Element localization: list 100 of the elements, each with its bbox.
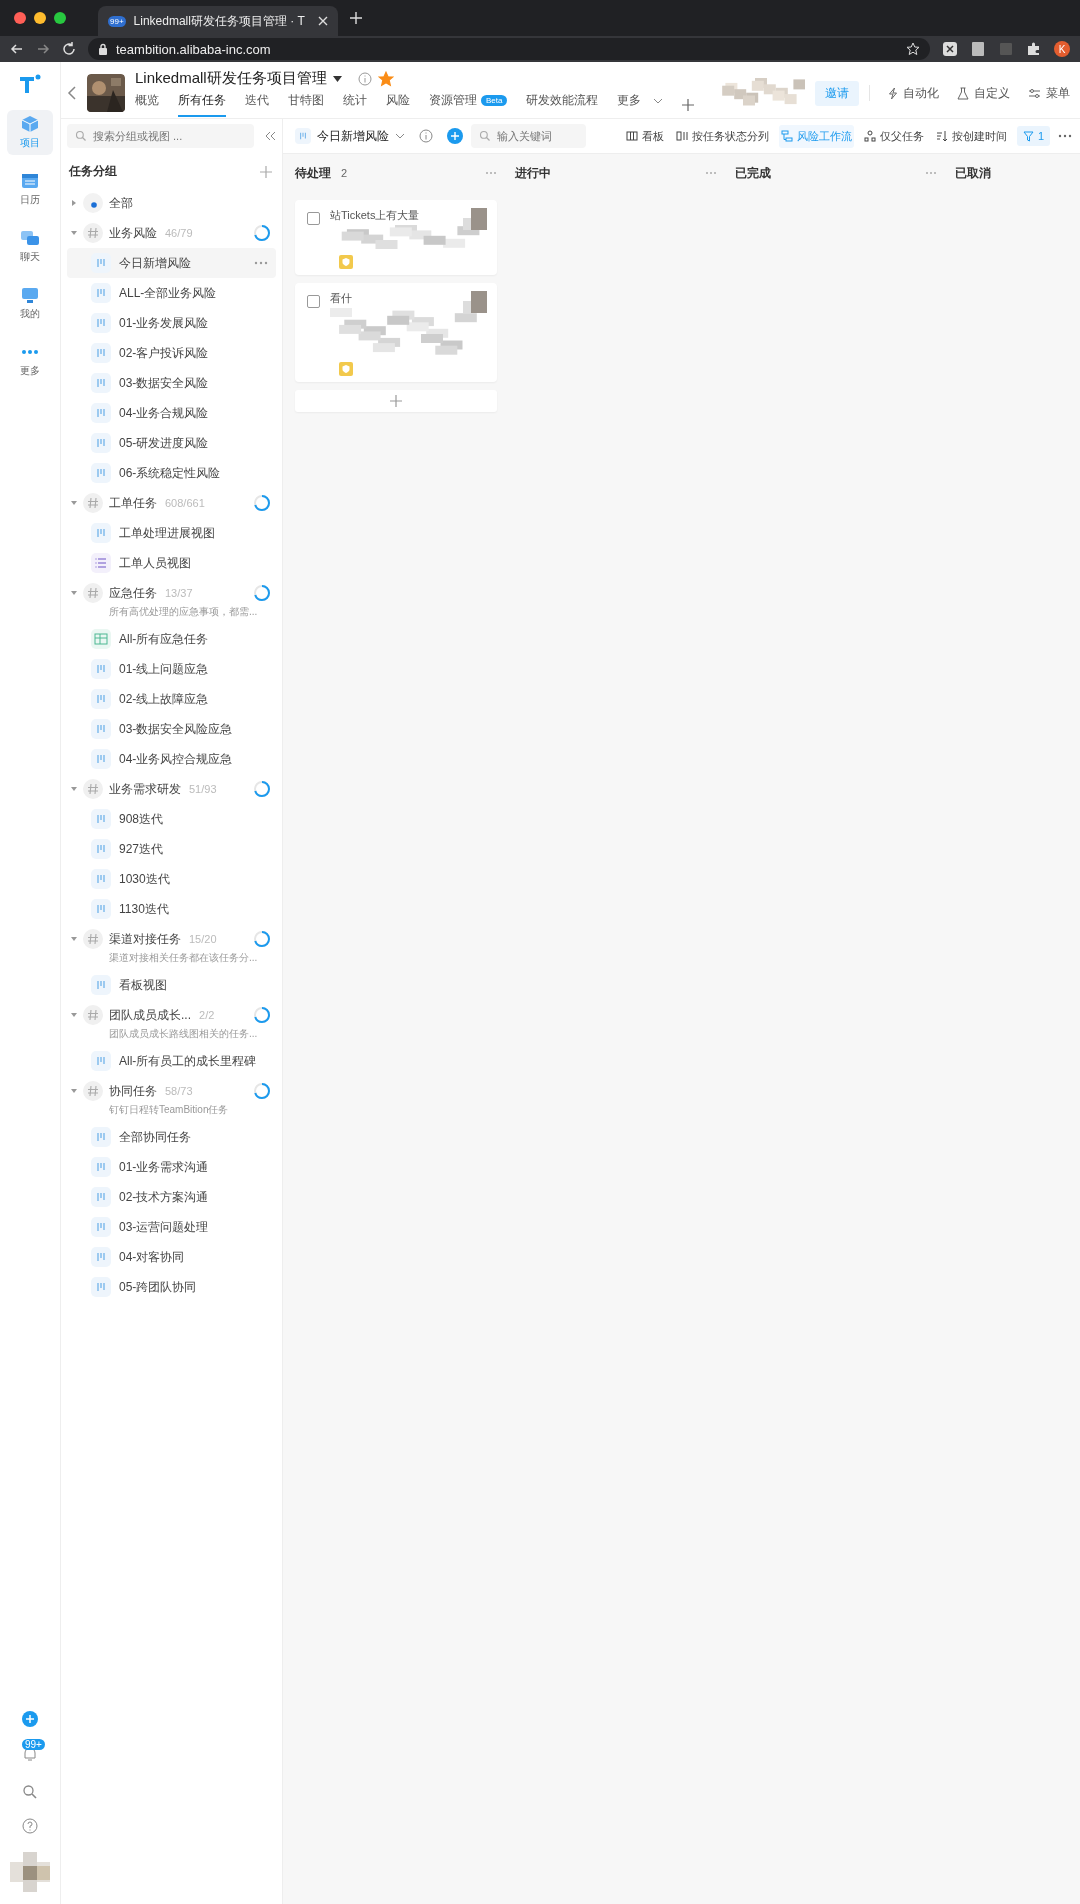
add-icon[interactable] (682, 98, 695, 111)
task-card[interactable]: 看什 (295, 283, 497, 382)
group-item[interactable]: 渠道对接任务 15/20 渠道对接相关任务都在该任务分... (67, 924, 276, 970)
view-item[interactable]: 05-研发进度风险 (67, 428, 276, 458)
task-checkbox[interactable] (307, 295, 320, 308)
view-item[interactable]: 04-业务合规风险 (67, 398, 276, 428)
view-item[interactable]: 03-运营问题处理 (67, 1212, 276, 1242)
view-item[interactable]: 06-系统稳定性风险 (67, 458, 276, 488)
view-item[interactable]: 今日新增风险 (67, 248, 276, 278)
maximize-window-icon[interactable] (54, 12, 66, 24)
project-tab[interactable]: 迭代 (245, 92, 269, 117)
view-item[interactable]: 全部协同任务 (67, 1122, 276, 1152)
star-outline-icon[interactable] (906, 42, 920, 56)
toolbar-option[interactable]: 按任务状态分列 (673, 124, 771, 148)
minimize-window-icon[interactable] (34, 12, 46, 24)
rail-item[interactable]: 聊天 (7, 224, 53, 269)
forward-icon[interactable] (36, 42, 50, 56)
project-tab[interactable]: 所有任务 (178, 92, 226, 117)
more-icon[interactable] (254, 261, 268, 265)
view-item[interactable]: 908迭代 (67, 804, 276, 834)
view-item[interactable]: 05-跨团队协同 (67, 1272, 276, 1302)
project-tab[interactable]: 统计 (343, 92, 367, 117)
view-item[interactable]: All-所有应急任务 (67, 624, 276, 654)
help-icon[interactable] (22, 1818, 38, 1834)
view-item[interactable]: 03-数据安全风险应急 (67, 714, 276, 744)
project-tab[interactable]: 更多 (617, 92, 664, 117)
view-item[interactable]: 02-客户投诉风险 (67, 338, 276, 368)
puzzle-icon[interactable] (1026, 41, 1042, 57)
view-item[interactable]: 工单人员视图 (67, 548, 276, 578)
group-item[interactable]: 团队成员成长... 2/2 团队成员成长路线图相关的任务... (67, 1000, 276, 1046)
group-item[interactable]: 应急任务 13/37 所有高优处理的应急事项，都需... (67, 578, 276, 624)
group-item[interactable]: 工单任务 608/661 (67, 488, 276, 518)
header-action[interactable]: 自动化 (888, 84, 939, 102)
rail-item[interactable]: 我的 (7, 281, 53, 326)
view-item[interactable]: 927迭代 (67, 834, 276, 864)
view-item[interactable]: 看板视图 (67, 970, 276, 1000)
view-item[interactable]: 02-技术方案沟通 (67, 1182, 276, 1212)
all-tasks-item[interactable]: 全部 (67, 188, 276, 218)
group-item[interactable]: 业务需求研发 51/93 (67, 774, 276, 804)
hash-icon (83, 1081, 103, 1101)
close-window-icon[interactable] (14, 12, 26, 24)
browser-tab[interactable]: 99+ Linkedmall研发任务项目管理 · T (98, 6, 338, 36)
view-item[interactable]: 01-业务发展风险 (67, 308, 276, 338)
project-tab[interactable]: 甘特图 (288, 92, 324, 117)
toolbar-option[interactable]: 看板 (623, 124, 666, 148)
header-action[interactable]: 自定义 (957, 84, 1010, 102)
rail-item[interactable]: 更多 (7, 338, 53, 383)
toolbar-option[interactable]: 按创建时间 (933, 124, 1009, 148)
view-item[interactable]: 04-对客协同 (67, 1242, 276, 1272)
more-icon[interactable] (1058, 134, 1072, 138)
view-item[interactable]: 1030迭代 (67, 864, 276, 894)
view-item[interactable]: 03-数据安全风险 (67, 368, 276, 398)
star-icon[interactable] (377, 70, 394, 87)
extension-icon[interactable] (970, 41, 986, 57)
view-item[interactable]: All-所有员工的成长里程碑 (67, 1046, 276, 1076)
view-item[interactable]: 04-业务风控合规应急 (67, 744, 276, 774)
project-tab[interactable]: 资源管理 Beta (429, 92, 508, 117)
header-action[interactable]: 菜单 (1028, 84, 1070, 102)
back-icon[interactable] (10, 42, 24, 56)
view-item[interactable]: 01-线上问题应急 (67, 654, 276, 684)
task-checkbox[interactable] (307, 212, 320, 225)
caret-icon[interactable] (332, 75, 342, 82)
close-icon[interactable] (318, 16, 328, 26)
view-item[interactable]: 02-线上故障应急 (67, 684, 276, 714)
group-item[interactable]: 业务风险 46/79 (67, 218, 276, 248)
search-field[interactable]: 搜索分组或视图 ... (67, 124, 254, 148)
group-item[interactable]: 协同任务 58/73 钉钉日程转TeamBition任务 (67, 1076, 276, 1122)
view-selector[interactable]: 今日新增风险 (295, 127, 405, 145)
chevron-down-icon (395, 133, 405, 139)
more-icon (22, 350, 38, 354)
app-logo-icon[interactable] (19, 74, 41, 94)
task-title: 站Tickets上有大量 (330, 208, 421, 223)
extension-icon[interactable] (942, 41, 958, 57)
view-item[interactable]: ALL-全部业务风险 (67, 278, 276, 308)
add-icon[interactable] (260, 165, 272, 178)
info-icon[interactable] (419, 129, 433, 143)
rail-item[interactable]: 日历 (7, 167, 53, 212)
toolbar-option[interactable]: 仅父任务 (861, 124, 926, 148)
address-bar[interactable]: teambition.alibaba-inc.com (88, 38, 930, 60)
project-tab[interactable]: 研发效能流程 (526, 92, 599, 117)
task-card[interactable]: 站Tickets上有大量 (295, 200, 497, 275)
info-icon[interactable] (357, 71, 372, 86)
add-icon[interactable] (447, 128, 463, 144)
collapse-icon[interactable] (264, 131, 276, 141)
add-icon[interactable] (21, 1710, 39, 1728)
workflow-icon (780, 130, 793, 142)
view-item[interactable]: 1130迭代 (67, 894, 276, 924)
profile-avatar[interactable]: K (1054, 41, 1070, 57)
reload-icon[interactable] (62, 42, 76, 56)
sort-icon (935, 130, 948, 142)
search-icon[interactable] (22, 1784, 38, 1800)
board-icon (91, 313, 111, 333)
view-item[interactable]: 工单处理进展视图 (67, 518, 276, 548)
user-avatar[interactable] (10, 1852, 50, 1892)
view-item[interactable]: 01-业务需求沟通 (67, 1152, 276, 1182)
project-title[interactable]: Linkedmall研发任务项目管理 (135, 69, 327, 88)
project-tab[interactable]: 风险 (386, 92, 410, 117)
keyword-field[interactable]: 输入关键词 (471, 124, 586, 148)
new-tab-icon[interactable] (350, 12, 362, 24)
project-tab[interactable]: 概览 (135, 92, 159, 117)
